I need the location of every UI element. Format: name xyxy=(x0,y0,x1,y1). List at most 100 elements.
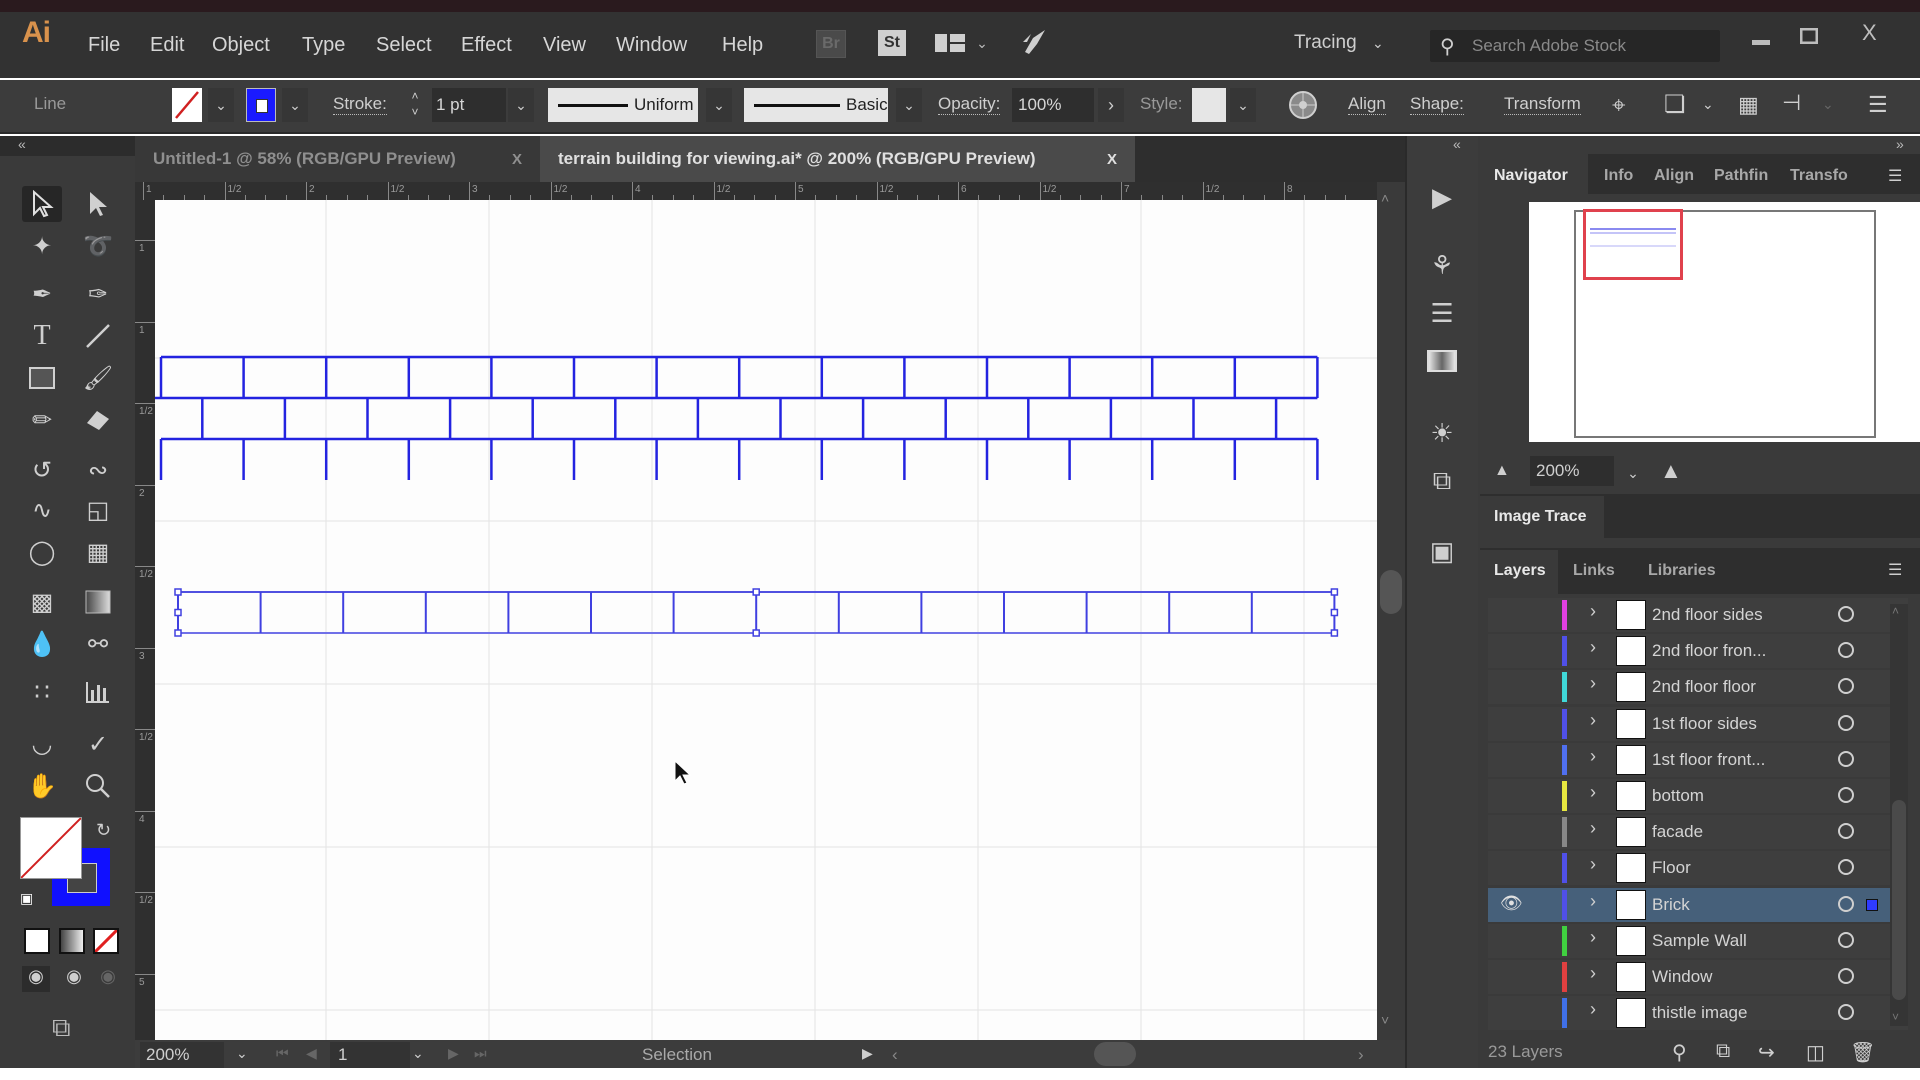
visibility-toggle-eye-icon[interactable] xyxy=(1500,856,1524,880)
workspace-switcher[interactable]: Tracing ⌄ xyxy=(1294,32,1384,54)
tab-terrain-building[interactable]: terrain building for viewing.ai* @ 200% … xyxy=(540,136,1135,182)
tab-image-trace[interactable]: Image Trace xyxy=(1494,508,1587,526)
stroke-weight-input[interactable]: 1 pt xyxy=(432,88,506,122)
fill-color-swatch[interactable] xyxy=(20,817,82,879)
line-segment-tool-icon[interactable] xyxy=(78,318,118,354)
selection-tool-icon[interactable] xyxy=(22,186,62,222)
artboard-dropdown[interactable]: ⌄ xyxy=(412,1045,424,1062)
layer-row[interactable]: › 1st floor front... xyxy=(1488,742,1908,777)
scroll-down-icon[interactable]: ˅ xyxy=(1381,1012,1389,1028)
layer-row[interactable]: › 1st floor sides xyxy=(1488,706,1908,741)
menu-type[interactable]: Type xyxy=(302,34,345,57)
column-graph-tool-icon[interactable] xyxy=(78,674,118,710)
collapse-icon[interactable]: « xyxy=(1453,136,1461,152)
layer-target-circle-icon[interactable] xyxy=(1838,787,1854,803)
artboard-tool-icon[interactable]: ◡ xyxy=(22,726,62,762)
paintbrush-tool-icon[interactable]: 🖌 xyxy=(78,360,118,396)
stroke-weight-dropdown[interactable]: ⌄ xyxy=(508,88,534,122)
rotate-tool-icon[interactable]: ↺ xyxy=(22,452,62,488)
scrollbar-thumb[interactable] xyxy=(1892,800,1906,1000)
shape-builder-tool-icon[interactable]: ◯ xyxy=(22,534,62,570)
layer-row[interactable]: › Floor xyxy=(1488,851,1908,886)
layer-name[interactable]: Brick xyxy=(1652,895,1690,915)
selection-handle[interactable] xyxy=(1330,588,1339,596)
last-artboard-icon[interactable]: ⏭ xyxy=(474,1045,487,1062)
scroll-up-icon[interactable]: ˄ xyxy=(1892,604,1899,618)
menu-file[interactable]: File xyxy=(88,34,120,57)
visibility-toggle-eye-icon[interactable] xyxy=(1500,603,1524,627)
layer-row[interactable]: › Sample Wall xyxy=(1488,923,1908,958)
tab-info[interactable]: Info xyxy=(1604,167,1633,185)
scroll-up-icon[interactable]: ˄ xyxy=(1381,190,1389,206)
stroke-stepper[interactable]: ˄ ˅ xyxy=(402,88,428,122)
layer-target-circle-icon[interactable] xyxy=(1838,931,1854,948)
free-transform-tool-icon[interactable]: ◱ xyxy=(78,492,118,528)
layer-target-circle-icon[interactable] xyxy=(1838,859,1854,876)
zoom-out-icon[interactable]: ▲ xyxy=(1494,462,1510,480)
tab-pathfinder[interactable]: Pathfin xyxy=(1714,167,1768,185)
slice-tool-icon[interactable]: ✓ xyxy=(78,726,118,762)
layer-name[interactable]: 2nd floor sides xyxy=(1652,605,1763,625)
fill-dropdown[interactable]: ⌄ xyxy=(208,88,234,122)
navigator-view-frame[interactable] xyxy=(1583,209,1683,280)
layer-target-circle-icon[interactable] xyxy=(1838,1004,1854,1021)
menu-window[interactable]: Window xyxy=(616,34,687,57)
lasso-tool-icon[interactable]: ➰ xyxy=(78,228,118,264)
brush-definition[interactable]: Basic xyxy=(744,88,888,122)
zoom-dropdown[interactable]: ⌄ xyxy=(236,1045,248,1062)
transform-link[interactable]: Transform xyxy=(1504,94,1581,115)
layer-row[interactable]: › 2nd floor sides xyxy=(1488,598,1908,632)
select-similar-icon[interactable]: ❏ xyxy=(1664,90,1686,119)
layer-target-circle-icon[interactable] xyxy=(1838,895,1854,912)
menu-view[interactable]: View xyxy=(543,34,586,57)
align-options-icon[interactable]: ⊣ xyxy=(1782,90,1801,116)
layer-row[interactable]: › 2nd floor floor xyxy=(1488,670,1908,705)
hand-tool-icon[interactable]: ✋ xyxy=(22,768,62,804)
variable-width-profile[interactable]: Uniform xyxy=(548,88,698,122)
layers-scrollbar[interactable]: ˄ ˅ xyxy=(1890,604,1908,1026)
expand-chevron-icon[interactable]: › xyxy=(1590,710,1596,731)
pencil-tool-icon[interactable]: ✏ xyxy=(22,402,62,438)
draw-inside-icon[interactable]: ◉ xyxy=(94,966,122,992)
selection-handle[interactable] xyxy=(174,629,182,637)
scrollbar-thumb[interactable] xyxy=(1380,570,1402,614)
layer-row[interactable]: › 2nd floor fron... xyxy=(1488,634,1908,669)
visibility-toggle-eye-icon[interactable] xyxy=(1500,1001,1524,1025)
draw-behind-icon[interactable]: ◉ xyxy=(60,966,88,992)
expand-chevron-icon[interactable]: › xyxy=(1590,601,1596,622)
transparency-icon[interactable]: ⧉ xyxy=(1425,464,1459,498)
selection-handle[interactable] xyxy=(1330,629,1339,637)
actions-play-icon[interactable]: ▶ xyxy=(1425,180,1459,214)
expand-chevron-icon[interactable]: › xyxy=(1590,782,1596,803)
layer-selection-indicator[interactable] xyxy=(1866,898,1878,911)
draw-normal-icon[interactable]: ◉ xyxy=(22,966,50,992)
rectangle-tool-icon[interactable] xyxy=(22,360,62,396)
direct-selection-tool-icon[interactable] xyxy=(78,186,118,222)
tab-links[interactable]: Links xyxy=(1573,562,1615,580)
expand-chevron-icon[interactable]: › xyxy=(1590,637,1596,658)
default-colors-icon[interactable]: ▣ xyxy=(20,890,33,907)
layer-name[interactable]: facade xyxy=(1652,822,1703,842)
tab-untitled-1[interactable]: Untitled-1 @ 58% (RGB/GPU Preview) X xyxy=(135,136,540,182)
scroll-right-icon[interactable]: › xyxy=(1358,1045,1364,1065)
curvature-tool-icon[interactable]: ✑ xyxy=(78,276,118,312)
control-bar-menu-icon[interactable]: ☰ xyxy=(1868,92,1888,118)
delete-layer-icon[interactable]: 🗑 xyxy=(1850,1040,1875,1065)
layer-row[interactable]: › bottom xyxy=(1488,779,1908,813)
type-tool-icon[interactable]: T xyxy=(22,318,62,354)
expand-chevron-icon[interactable]: › xyxy=(1590,963,1596,984)
tab-align[interactable]: Align xyxy=(1654,167,1694,185)
layer-row[interactable]: 👁 › Brick xyxy=(1488,887,1908,922)
layer-target-circle-icon[interactable] xyxy=(1838,823,1854,840)
visibility-toggle-eye-icon[interactable] xyxy=(1500,784,1524,808)
layer-name[interactable]: 1st floor sides xyxy=(1652,714,1757,734)
symbol-sprayer-tool-icon[interactable]: ∷ xyxy=(22,674,62,710)
menu-edit[interactable]: Edit xyxy=(150,34,184,57)
maximize-button[interactable] xyxy=(1799,24,1819,50)
eraser-tool-icon[interactable] xyxy=(78,402,118,438)
tab-close-icon[interactable]: X xyxy=(1107,151,1117,168)
zoom-level-input[interactable]: 200% xyxy=(140,1042,224,1068)
screen-mode-icon[interactable]: ⧉ xyxy=(52,1012,71,1044)
gradient-tool-icon[interactable] xyxy=(78,584,118,620)
style-dropdown[interactable]: ⌄ xyxy=(1230,88,1256,122)
